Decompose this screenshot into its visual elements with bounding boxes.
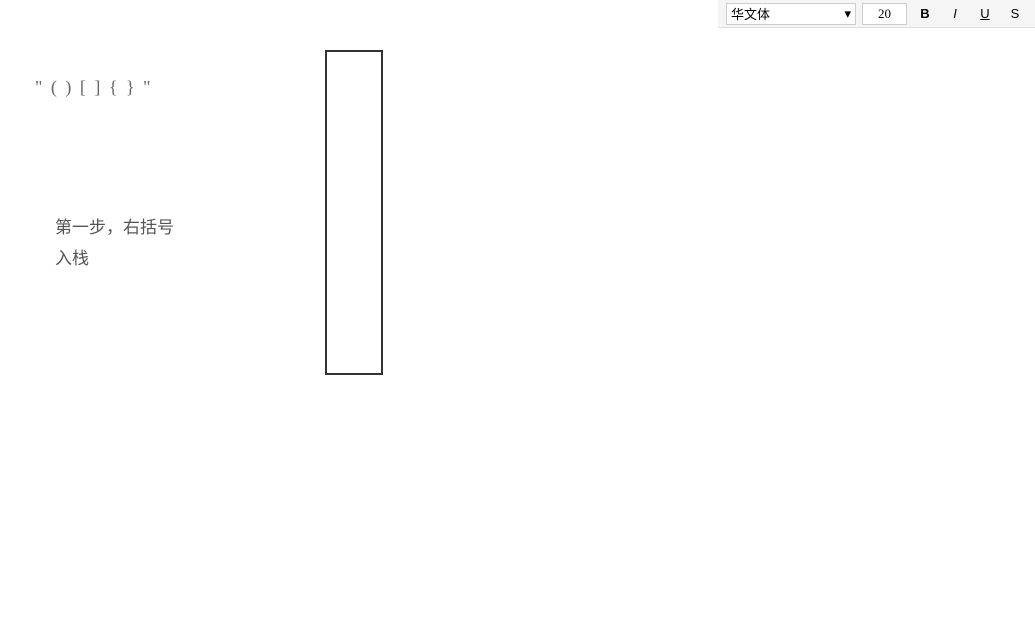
text-block2-line1: 第一步，右括号 xyxy=(55,213,174,244)
toolbar: 华文体 ▾ 20 B I U S xyxy=(718,0,1035,28)
bold-button[interactable]: B xyxy=(913,3,937,25)
italic-icon: I xyxy=(953,6,957,21)
font-dropdown-arrow: ▾ xyxy=(844,6,851,22)
italic-button[interactable]: I xyxy=(943,3,967,25)
underline-icon: U xyxy=(980,6,989,21)
text-line1-container: " ( ) [ ] { } " xyxy=(35,73,152,102)
font-selector[interactable]: 华文体 ▾ xyxy=(726,3,856,25)
text-cursor-box xyxy=(325,50,383,375)
font-name-label: 华文体 xyxy=(731,4,770,23)
text-block2-line2: 入栈 xyxy=(55,244,174,275)
strikethrough-icon: S xyxy=(1011,6,1020,21)
font-size-label: 20 xyxy=(878,6,891,22)
bold-icon: B xyxy=(920,6,929,21)
underline-button[interactable]: U xyxy=(973,3,997,25)
strikethrough-button[interactable]: S xyxy=(1003,3,1027,25)
text-block2: 第一步，右括号 入栈 xyxy=(55,213,174,274)
size-selector[interactable]: 20 xyxy=(862,3,907,25)
text-line1: " ( ) [ ] { } " xyxy=(35,77,152,97)
content-area: " ( ) [ ] { } " 第一步，右括号 入栈 xyxy=(0,28,1035,620)
